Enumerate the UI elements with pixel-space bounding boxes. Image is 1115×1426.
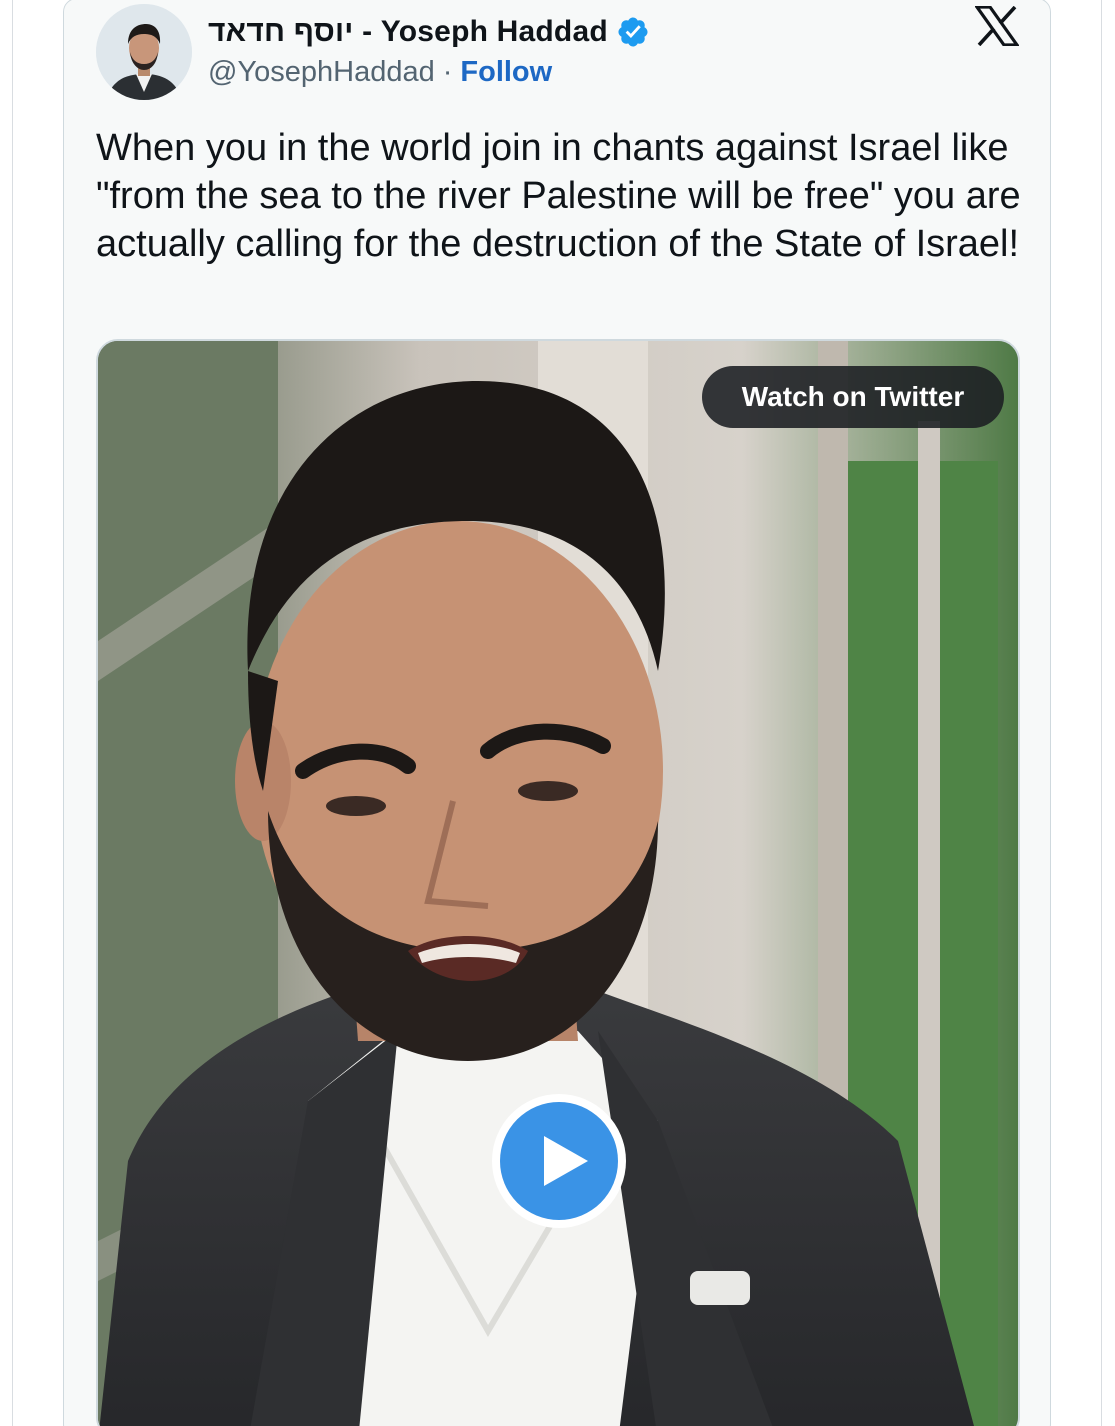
author-handle[interactable]: @YosephHaddad — [208, 56, 435, 89]
watch-on-twitter-button[interactable]: Watch on Twitter — [702, 366, 1004, 428]
author-avatar[interactable] — [96, 4, 192, 100]
play-icon — [544, 1136, 588, 1186]
author-name-row: יוסף חדאד - Yoseph Haddad — [208, 12, 650, 52]
author-name[interactable]: יוסף חדאד - Yoseph Haddad — [208, 15, 608, 49]
video-media[interactable]: Watch on Twitter — [96, 339, 1020, 1426]
play-button[interactable] — [492, 1094, 626, 1228]
right-divider — [1101, 0, 1102, 1426]
page: יוסף חדאד - Yoseph Haddad @YosephHaddad … — [0, 0, 1115, 1426]
avatar-photo — [96, 4, 192, 100]
x-logo-icon[interactable] — [973, 5, 1021, 47]
video-thumbnail — [98, 341, 1018, 1426]
verified-badge-icon — [616, 15, 650, 49]
handle-row: @YosephHaddad · Follow — [208, 54, 552, 90]
follow-link[interactable]: Follow — [460, 56, 552, 89]
left-divider — [12, 0, 13, 1426]
tweet-text: When you in the world join in chants aga… — [96, 127, 1021, 265]
play-button-fill — [500, 1102, 618, 1220]
separator-dot: · — [442, 55, 453, 88]
